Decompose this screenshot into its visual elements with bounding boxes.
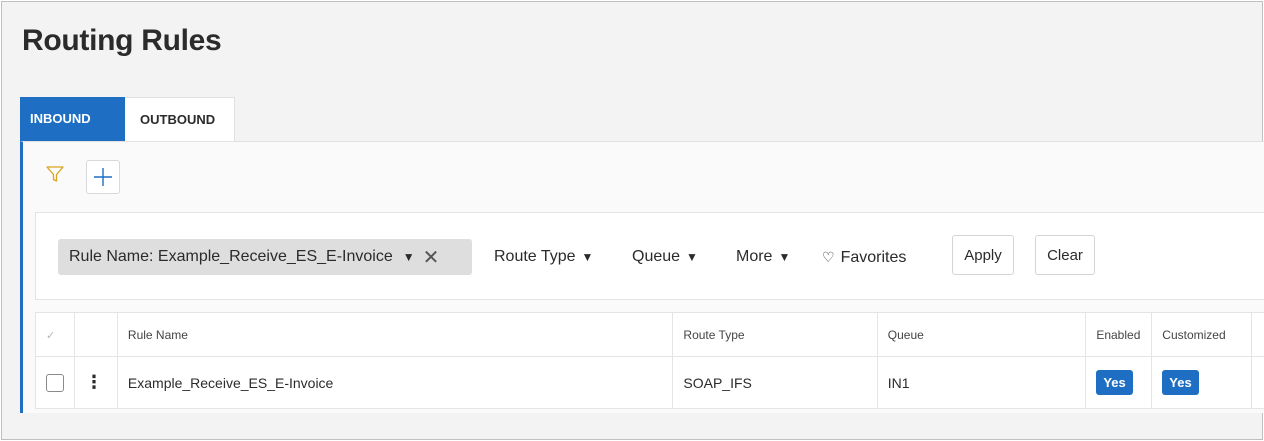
row-checkbox[interactable] (46, 373, 64, 392)
cell-enabled: Yes (1085, 356, 1153, 409)
filler-cell (1251, 356, 1264, 409)
favorites-button[interactable]: ♡ Favorites (822, 239, 906, 275)
close-icon[interactable]: ✕ (423, 245, 440, 270)
row-actions-cell[interactable]: ⋮ (74, 356, 118, 409)
column-header-enabled[interactable]: Enabled (1085, 312, 1153, 357)
enabled-badge: Yes (1096, 370, 1133, 395)
app-frame: Routing Rules INBOUND OUTBOUND Rule Name… (1, 1, 1264, 440)
tab-outbound[interactable]: OUTBOUND (125, 97, 235, 141)
page-title: Routing Rules (22, 24, 222, 57)
actions-column (74, 312, 118, 357)
column-header-customized[interactable]: Customized (1151, 312, 1252, 357)
content-panel: Rule Name: Example_Receive_ES_E-Invoice … (20, 141, 1264, 413)
routing-rules-table: ✓ Rule Name Route Type Queue Enabled Cus… (35, 312, 1264, 409)
cell-route-type: SOAP_IFS (672, 356, 878, 409)
more-options-icon[interactable]: ⋮ (85, 372, 103, 392)
add-button[interactable] (86, 160, 120, 194)
cell-customized: Yes (1151, 356, 1252, 409)
cell-rule-name: Example_Receive_ES_E-Invoice (116, 356, 674, 409)
chevron-down-icon[interactable]: ▼ (403, 250, 415, 264)
filter-icon-svg (46, 166, 64, 182)
chip-label: Rule Name: Example_Receive_ES_E-Invoice (69, 248, 393, 265)
checkmark-icon: ✓ (46, 329, 56, 342)
select-all-column[interactable]: ✓ (35, 312, 75, 357)
heart-icon: ♡ (822, 249, 835, 265)
route-type-label: Route Type (494, 248, 576, 265)
chevron-down-icon: ▼ (686, 250, 698, 264)
clear-button[interactable]: Clear (1035, 235, 1095, 275)
column-header-route-type[interactable]: Route Type (672, 312, 878, 357)
filter-icon[interactable] (45, 164, 77, 196)
cell-queue: IN1 (876, 356, 1087, 409)
chevron-down-icon: ▼ (778, 250, 791, 264)
filter-bar: Rule Name: Example_Receive_ES_E-Invoice … (35, 212, 1264, 300)
column-header-rule-name[interactable]: Rule Name (116, 312, 674, 357)
row-checkbox-cell[interactable] (35, 356, 75, 409)
customized-badge: Yes (1162, 370, 1199, 395)
filler-column (1251, 312, 1264, 357)
table-header-row: ✓ Rule Name Route Type Queue Enabled Cus… (35, 312, 1264, 357)
more-dropdown[interactable]: More ▼ (736, 239, 790, 275)
plus-icon (94, 168, 112, 186)
favorites-label: Favorites (840, 249, 907, 266)
table-row[interactable]: ⋮ Example_Receive_ES_E-Invoice SOAP_IFS … (35, 356, 1264, 409)
queue-dropdown[interactable]: Queue ▼ (632, 239, 698, 275)
chevron-down-icon: ▼ (581, 250, 594, 264)
apply-button[interactable]: Apply (952, 235, 1014, 275)
tab-inbound[interactable]: INBOUND (20, 97, 125, 141)
column-header-queue[interactable]: Queue (876, 312, 1087, 357)
more-label: More (736, 248, 773, 265)
tab-bar: INBOUND OUTBOUND (20, 97, 235, 141)
route-type-dropdown[interactable]: Route Type ▼ (494, 239, 593, 275)
queue-label: Queue (632, 248, 681, 265)
rule-name-filter-chip[interactable]: Rule Name: Example_Receive_ES_E-Invoice … (58, 239, 472, 275)
